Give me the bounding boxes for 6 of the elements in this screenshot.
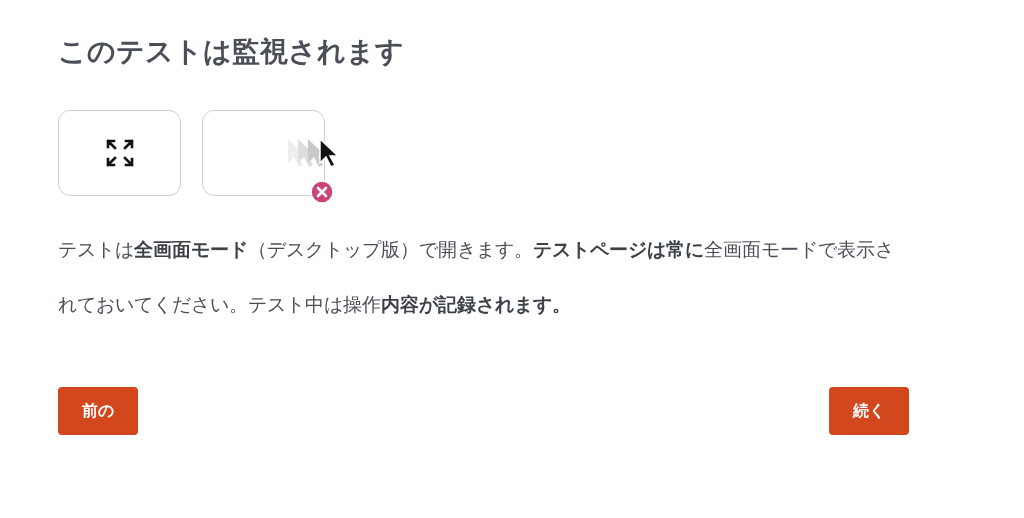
- description-text: テストは全画面モード（デスクトップ版）で開きます。テストページは常に全画面モードで表示されておいてください。テスト中は操作内容が記録されます。: [58, 238, 895, 317]
- continue-button[interactable]: 続く: [829, 387, 909, 435]
- back-button[interactable]: 前の: [58, 387, 138, 435]
- page-title: このテストは監視されます: [58, 34, 405, 70]
- expand-icon: [104, 138, 135, 168]
- close-icon: [310, 180, 334, 204]
